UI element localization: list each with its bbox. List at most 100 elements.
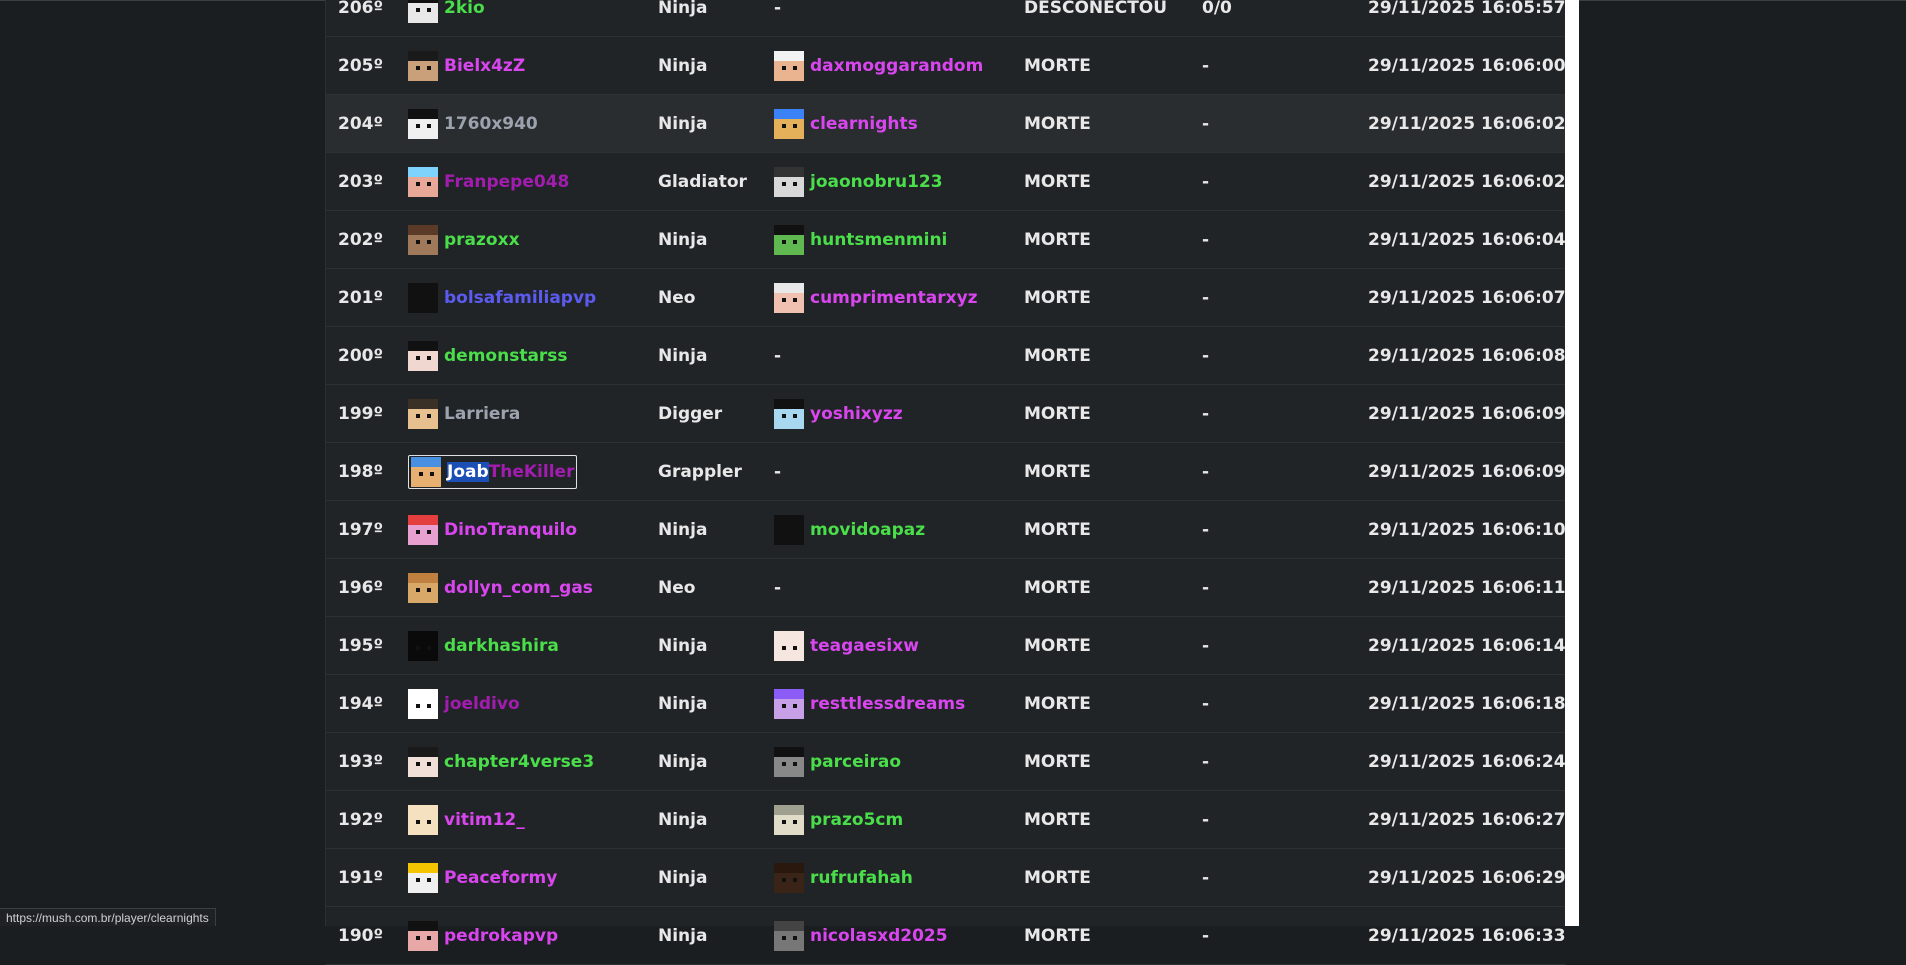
killer-name-link[interactable]: yoshixyzz — [810, 404, 903, 424]
player-avatar[interactable] — [408, 166, 438, 197]
player-avatar[interactable] — [408, 746, 438, 777]
killer-avatar[interactable] — [774, 862, 804, 893]
player-cell[interactable]: demonstarss — [408, 340, 568, 371]
killer-name-link[interactable]: nicolasxd2025 — [810, 926, 948, 946]
killer-name-link[interactable]: movidoapaz — [810, 520, 925, 540]
player-name-link[interactable]: joeldivo — [444, 694, 520, 714]
killer-cell[interactable]: teagaesixw — [774, 630, 919, 661]
player-name-link[interactable]: demonstarss — [444, 346, 568, 366]
killer-avatar[interactable] — [774, 630, 804, 661]
player-name-selected[interactable]: Joab — [447, 461, 489, 482]
player-cell[interactable]: vitim12_ — [408, 804, 525, 835]
player-cell[interactable]: chapter4verse3 — [408, 746, 594, 777]
player-name-link[interactable]: pedrokapvp — [444, 926, 558, 946]
result-cell: MORTE — [1024, 461, 1091, 482]
player-avatar[interactable] — [408, 50, 438, 81]
player-name-link[interactable]: Franpepe048 — [444, 172, 569, 192]
player-cell[interactable]: Bielx4zZ — [408, 50, 525, 81]
player-cell[interactable]: 2kio — [408, 0, 485, 23]
killer-name-link[interactable]: clearnights — [810, 114, 918, 134]
killer-name-link[interactable]: huntsmenmini — [810, 230, 947, 250]
killer-cell[interactable]: movidoapaz — [774, 514, 925, 545]
killer-name-link[interactable]: resttlessdreams — [810, 694, 965, 714]
killer-name-link[interactable]: daxmoggarandom — [810, 56, 983, 76]
player-avatar[interactable] — [408, 340, 438, 371]
killer-cell[interactable]: daxmoggarandom — [774, 50, 983, 81]
killer-cell[interactable]: yoshixyzz — [774, 398, 903, 429]
player-avatar[interactable] — [408, 398, 438, 429]
killer-cell[interactable]: parceirao — [774, 746, 901, 777]
killer-avatar[interactable] — [774, 804, 804, 835]
player-cell[interactable]: Larriera — [408, 398, 520, 429]
player-name-link[interactable]: DinoTranquilo — [444, 520, 577, 540]
player-avatar[interactable] — [408, 514, 438, 545]
player-avatar[interactable] — [411, 456, 441, 487]
killer-cell[interactable]: huntsmenmini — [774, 224, 947, 255]
player-cell[interactable]: prazoxx — [408, 224, 520, 255]
player-name-link[interactable]: 1760x940 — [444, 114, 538, 134]
killer-cell[interactable]: prazo5cm — [774, 804, 903, 835]
killer-name-link[interactable]: parceirao — [810, 752, 901, 772]
player-cell[interactable]: Peaceformy — [408, 862, 557, 893]
player-name-link[interactable]: Bielx4zZ — [444, 56, 525, 76]
player-cell[interactable]: dollyn_com_gas — [408, 572, 593, 603]
player-avatar[interactable] — [408, 0, 438, 23]
player-name-link[interactable]: chapter4verse3 — [444, 752, 594, 772]
player-name-link[interactable]: 2kio — [444, 0, 485, 18]
player-name-rest[interactable]: TheKiller — [489, 462, 575, 482]
player-cell[interactable]: pedrokapvp — [408, 920, 558, 951]
scrollbar[interactable] — [1565, 0, 1579, 926]
selected-player-link[interactable]: Joab TheKiller — [408, 454, 578, 489]
killer-cell[interactable]: clearnights — [774, 108, 918, 139]
killer-avatar[interactable] — [774, 282, 804, 313]
killer-avatar[interactable] — [774, 514, 804, 545]
killer-avatar[interactable] — [774, 920, 804, 951]
killer-name-link[interactable]: rufrufahah — [810, 868, 913, 888]
player-avatar[interactable] — [408, 688, 438, 719]
player-cell[interactable]: bolsafamiliapvp — [408, 282, 596, 313]
player-name-link[interactable]: bolsafamiliapvp — [444, 288, 596, 308]
killer-name-link[interactable]: teagaesixw — [810, 636, 919, 656]
killer-avatar[interactable] — [774, 224, 804, 255]
player-avatar[interactable] — [408, 804, 438, 835]
player-avatar[interactable] — [408, 224, 438, 255]
killer-cell[interactable]: resttlessdreams — [774, 688, 965, 719]
killer-avatar[interactable] — [774, 398, 804, 429]
kit-cell: Ninja — [658, 0, 708, 18]
player-cell[interactable]: 1760x940 — [408, 108, 538, 139]
player-name-link[interactable]: prazoxx — [444, 230, 520, 250]
player-cell[interactable]: joeldivo — [408, 688, 520, 719]
killer-avatar[interactable] — [774, 746, 804, 777]
player-cell[interactable]: DinoTranquilo — [408, 514, 577, 545]
player-name-link[interactable]: darkhashira — [444, 636, 559, 656]
avatar-eye — [430, 472, 434, 477]
player-cell[interactable]: darkhashira — [408, 630, 559, 661]
player-cell[interactable]: Joab TheKiller — [408, 454, 578, 489]
killer-avatar[interactable] — [774, 50, 804, 81]
result-cell: MORTE — [1024, 171, 1091, 192]
time-cell: 29/11/2025 16:06:09 — [1368, 461, 1566, 482]
killer-avatar[interactable] — [774, 166, 804, 197]
table-row: 199º Larriera Digger yoshixyzz MORTE - 29/11/2… — [326, 385, 1566, 443]
player-name-link[interactable]: vitim12_ — [444, 810, 525, 830]
player-name-link[interactable]: dollyn_com_gas — [444, 578, 593, 598]
player-cell[interactable]: Franpepe048 — [408, 166, 569, 197]
killer-name-link[interactable]: prazo5cm — [810, 810, 903, 830]
killer-avatar[interactable] — [774, 688, 804, 719]
player-avatar[interactable] — [408, 572, 438, 603]
killer-cell[interactable]: joaonobru123 — [774, 166, 943, 197]
player-avatar[interactable] — [408, 282, 438, 313]
player-avatar[interactable] — [408, 920, 438, 951]
player-avatar[interactable] — [408, 862, 438, 893]
killer-avatar[interactable] — [774, 108, 804, 139]
player-avatar[interactable] — [408, 630, 438, 661]
killer-name-link[interactable]: cumprimentarxyz — [810, 288, 978, 308]
avatar-eye — [416, 356, 420, 361]
player-name-link[interactable]: Larriera — [444, 404, 520, 424]
killer-name-link[interactable]: joaonobru123 — [810, 172, 943, 192]
player-name-link[interactable]: Peaceformy — [444, 868, 557, 888]
player-avatar[interactable] — [408, 108, 438, 139]
killer-cell[interactable]: rufrufahah — [774, 862, 913, 893]
killer-cell[interactable]: nicolasxd2025 — [774, 920, 948, 951]
killer-cell[interactable]: cumprimentarxyz — [774, 282, 978, 313]
